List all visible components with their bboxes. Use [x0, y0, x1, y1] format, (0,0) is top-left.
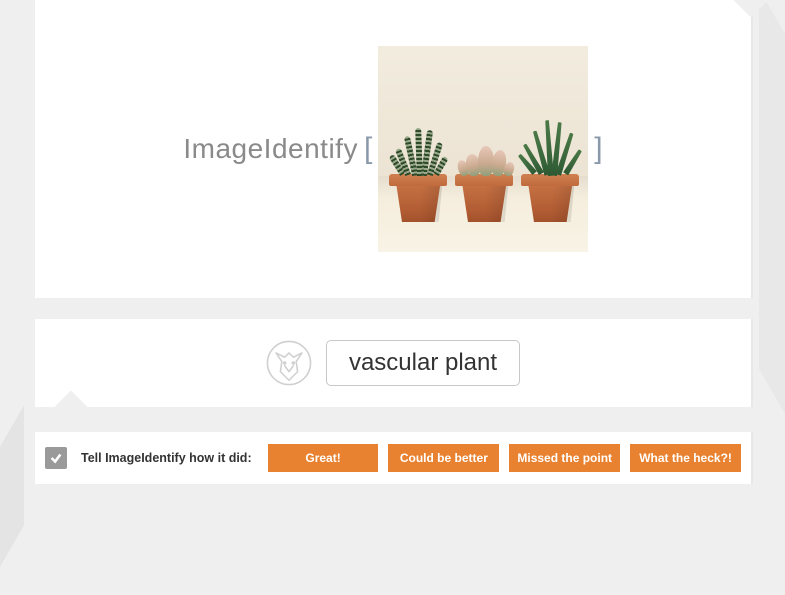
- result-label[interactable]: vascular plant: [326, 340, 520, 386]
- expression-row: ImageIdentify [ ]: [35, 0, 751, 298]
- feedback-buttons: Great! Could be better Missed the point …: [268, 444, 741, 472]
- feedback-button-could-be-better[interactable]: Could be better: [388, 444, 499, 472]
- feedback-button-missed-the-point[interactable]: Missed the point: [509, 444, 620, 472]
- close-bracket: ]: [594, 132, 602, 166]
- feedback-bar: Tell ImageIdentify how it did: Great! Co…: [35, 432, 751, 484]
- function-name: ImageIdentify: [183, 133, 358, 165]
- bg-diagonal-right: [759, 0, 785, 431]
- open-bracket: [: [364, 132, 372, 166]
- result-panel: vascular plant: [35, 319, 751, 407]
- input-image[interactable]: [378, 46, 588, 252]
- bg-diagonal-left: [0, 405, 24, 594]
- feedback-checkbox[interactable]: [45, 447, 67, 469]
- wolf-icon: [266, 340, 312, 386]
- feedback-prompt: Tell ImageIdentify how it did:: [81, 451, 252, 465]
- input-panel: ImageIdentify [ ]: [35, 0, 751, 298]
- feedback-button-great[interactable]: Great!: [268, 444, 379, 472]
- feedback-button-what-the-heck[interactable]: What the heck?!: [630, 444, 741, 472]
